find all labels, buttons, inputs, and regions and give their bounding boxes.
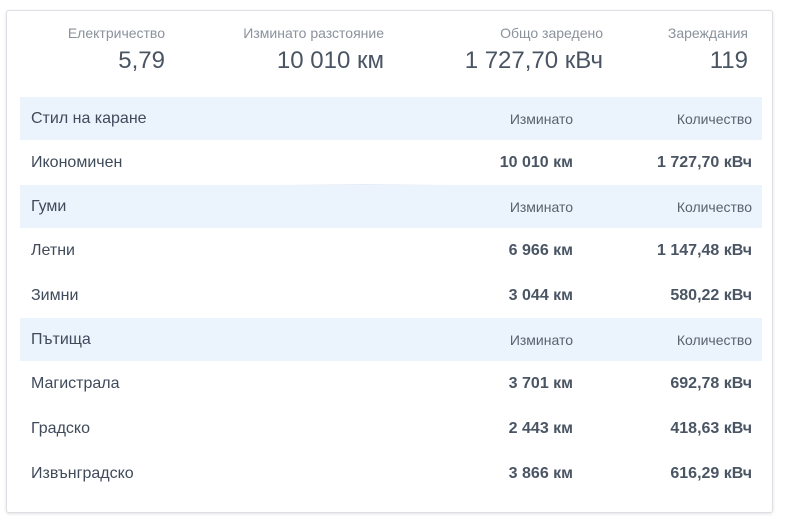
row-label: Икономичен [31, 153, 123, 171]
row-distance: 3 866 км [508, 464, 573, 482]
row-label: Летни [31, 241, 75, 259]
stat-label: Зареждания [667, 25, 748, 41]
row-amount: 1 147,48 кВч [657, 241, 752, 259]
row-amount: 1 727,70 кВч [657, 153, 752, 171]
row-amount: 616,29 кВч [670, 464, 752, 482]
column-header-amount: Количество [676, 331, 752, 348]
summary-bar: Електричество 5,79 Изминато разстояние 1… [7, 11, 772, 97]
section-header-roads: Пътища Изминато Количество [20, 318, 762, 361]
column-header-distance: Изминато [509, 331, 573, 348]
row-distance: 10 010 км [499, 153, 573, 171]
stat-label: Изминато разстояние [243, 25, 384, 41]
row-amount: 418,63 кВч [670, 419, 752, 437]
table-row: Зимни 3 044 км 580,22 кВч [20, 273, 762, 318]
column-header-amount: Количество [676, 198, 752, 215]
row-amount: 692,78 кВч [670, 374, 752, 392]
row-label: Извънградско [31, 464, 134, 482]
column-header-amount: Количество [676, 110, 752, 127]
stat-label: Общо заредено [500, 25, 603, 41]
row-label: Градско [31, 419, 90, 437]
section-title: Стил на каране [31, 109, 147, 127]
table-row: Магистрала 3 701 км 692,78 кВч [20, 361, 762, 406]
stat-label: Електричество [67, 25, 165, 41]
section-title: Пътища [31, 330, 91, 348]
section-header-driving-style: Стил на каране Изминато Количество [20, 97, 762, 140]
row-distance: 6 966 км [508, 241, 573, 259]
column-header-distance: Изминато [509, 110, 573, 127]
table-row: Извънградско 3 866 км 616,29 кВч [20, 451, 762, 496]
stat-charges: Зареждания 119 [668, 25, 748, 75]
stat-value: 10 010 км [276, 47, 384, 74]
table-row: Икономичен 10 010 км 1 727,70 кВч [20, 140, 762, 185]
row-label: Магистрала [31, 374, 120, 392]
stat-value: 119 [709, 47, 748, 74]
breakdown-table: Стил на каране Изминато Количество Иконо… [20, 97, 762, 496]
row-distance: 3 044 км [508, 286, 573, 304]
section-header-tyres: Гуми Изминато Количество [20, 185, 762, 228]
stat-value: 1 727,70 кВч [464, 47, 603, 74]
row-distance: 3 701 км [508, 374, 573, 392]
row-distance: 2 443 км [508, 419, 573, 437]
stat-distance: Изминато разстояние 10 010 км [243, 25, 384, 75]
stats-card: Електричество 5,79 Изминато разстояние 1… [6, 10, 773, 513]
row-label: Зимни [31, 286, 79, 304]
column-header-distance: Изминато [509, 198, 573, 215]
table-row: Летни 6 966 км 1 147,48 кВч [20, 228, 762, 273]
stat-total-charged: Общо заредено 1 727,70 кВч [465, 25, 603, 75]
stat-value: 5,79 [118, 47, 165, 74]
section-title: Гуми [31, 197, 67, 215]
stat-electricity: Електричество 5,79 [68, 25, 165, 75]
table-row: Градско 2 443 км 418,63 кВч [20, 406, 762, 451]
row-amount: 580,22 кВч [670, 286, 752, 304]
